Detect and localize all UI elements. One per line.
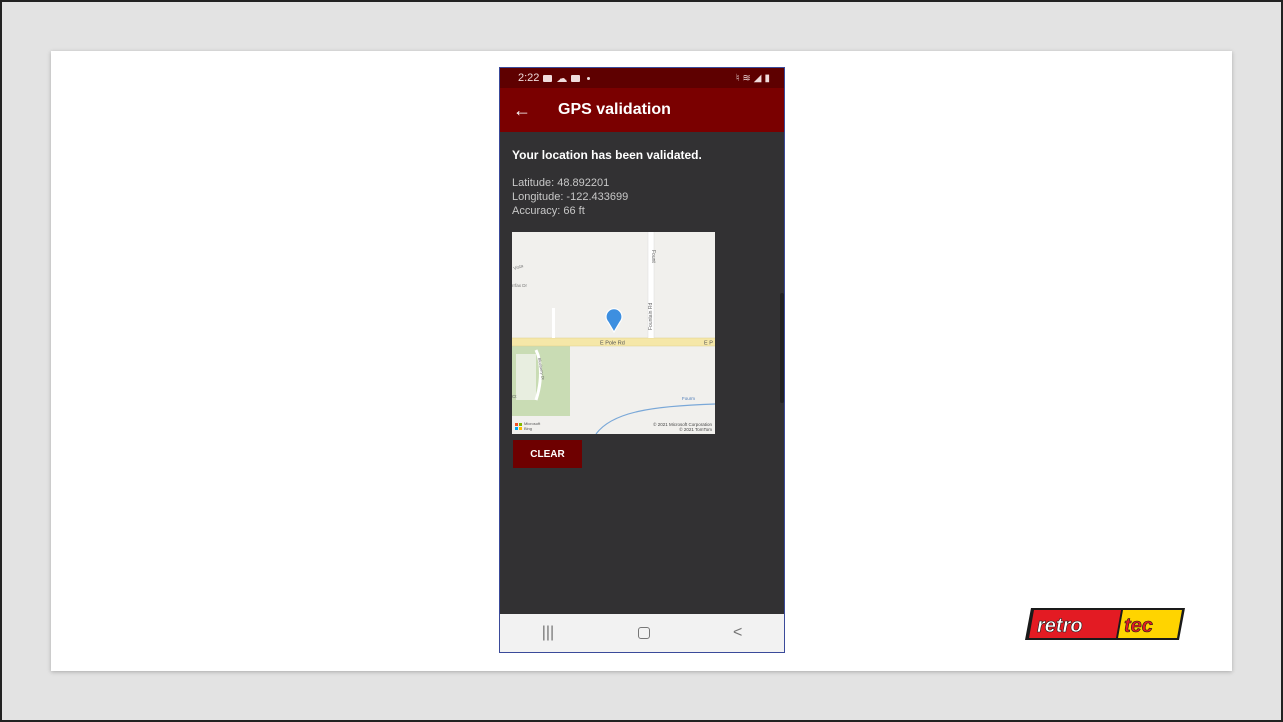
wifi-icon: ≋ xyxy=(742,72,751,84)
slide: 2:22 ☁ ♮ ≋ ◢ ▮ ← GPS validation Your loc… xyxy=(51,51,1232,671)
map-label-dr: rrfax Dr xyxy=(512,283,528,288)
status-time: 2:22 xyxy=(518,72,540,84)
longitude-text: Longitude: -122.433699 xyxy=(512,191,629,203)
nav-back-icon[interactable]: < xyxy=(733,624,742,642)
mute-icon: ♮ xyxy=(735,72,740,84)
map-label-vista: Vista xyxy=(513,263,524,271)
side-road xyxy=(552,308,555,338)
map-copyright: © 2021 Microsoft Corporation © 2021 TomT… xyxy=(653,422,712,432)
map-label-stream: Fourm xyxy=(682,396,695,401)
clear-button[interactable]: CLEAR xyxy=(513,440,582,468)
recents-icon[interactable]: ||| xyxy=(542,624,554,642)
arrow-left-icon[interactable]: ← xyxy=(502,100,542,121)
map-label-e-pole: E Pole Rd xyxy=(600,341,625,347)
notification-icon xyxy=(543,74,553,82)
accuracy-text: Accuracy: 66 ft xyxy=(512,205,585,217)
microsoft-squares-icon xyxy=(515,422,522,430)
location-map[interactable]: E Pole Rd E P Fountain Rd Fount Vista rr… xyxy=(512,232,715,434)
status-bar: 2:22 ☁ ♮ ≋ ◢ ▮ xyxy=(500,68,784,88)
microsoft-logo: Microsoft Bing xyxy=(515,421,540,431)
battery-icon: ▮ xyxy=(764,72,770,84)
home-icon[interactable] xyxy=(637,627,650,639)
validation-content: Your location has been validated. Latitu… xyxy=(512,148,772,218)
svg-text:retro: retro xyxy=(1037,615,1083,637)
phone-screen: 2:22 ☁ ♮ ≋ ◢ ▮ ← GPS validation Your loc… xyxy=(499,67,785,653)
validation-message: Your location has been validated. xyxy=(512,148,702,162)
signal-icon: ◢ xyxy=(753,72,762,84)
svg-text:tec: tec xyxy=(1124,615,1153,637)
park-inner xyxy=(516,354,536,400)
youtube-icon xyxy=(571,74,581,82)
cloud-icon: ☁ xyxy=(556,72,568,85)
retrotec-logo: retro tec xyxy=(1025,608,1185,640)
more-notifications-icon xyxy=(587,76,591,80)
map-label-fountain: Fountain Rd xyxy=(648,303,654,330)
page-title: GPS validation xyxy=(558,101,671,118)
android-nav-bar: ||| < xyxy=(500,614,784,652)
latitude-text: Latitude: 48.892201 xyxy=(512,177,610,189)
phone-side-button xyxy=(780,293,784,403)
app-bar: ← GPS validation xyxy=(500,88,784,132)
map-graphic: E Pole Rd E P Fountain Rd Fount Vista rr… xyxy=(512,232,715,434)
map-label-e-pole-right: E P xyxy=(704,341,713,347)
location-pin-icon xyxy=(605,308,623,334)
map-label-fount: Fount xyxy=(650,250,656,263)
map-label-ct: Ct xyxy=(512,394,517,399)
